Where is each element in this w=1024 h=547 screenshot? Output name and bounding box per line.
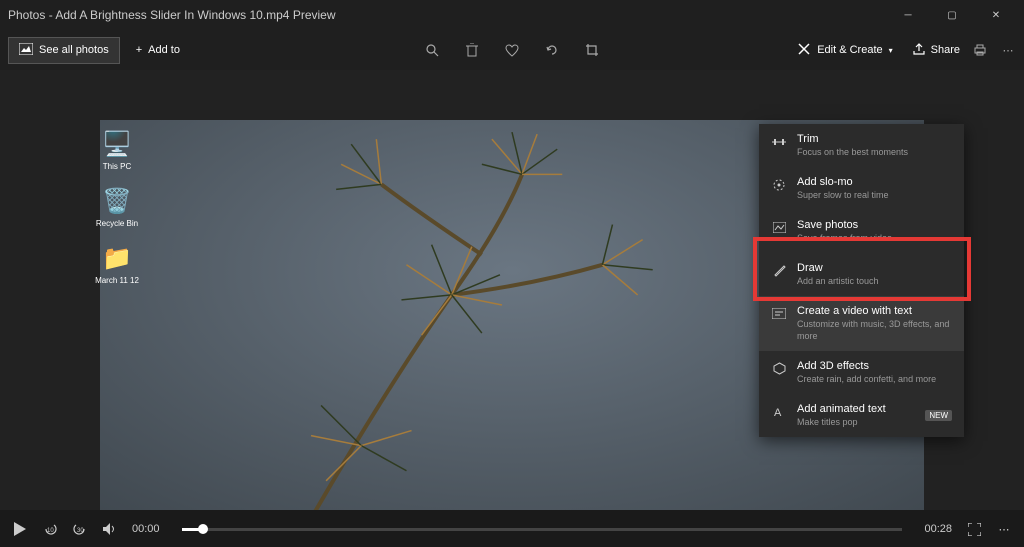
dd-sub: Make titles pop: [797, 417, 915, 429]
desktop-icon-label: Recycle Bin: [92, 219, 142, 228]
dropdown-item-create-video-text[interactable]: Create a video with text Customize with …: [759, 296, 964, 351]
toolbar-center: [424, 42, 600, 58]
dropdown-item-trim[interactable]: Trim Focus on the best moments: [759, 124, 964, 167]
svg-text:A: A: [774, 407, 782, 418]
recycle-bin-icon: 🗑️: [101, 185, 133, 217]
volume-button[interactable]: [102, 521, 118, 537]
svg-text:30: 30: [77, 528, 84, 534]
total-time: 00:28: [924, 523, 952, 535]
playbar-more-button[interactable]: ⋯: [996, 521, 1012, 537]
window-controls: ─ ▢ ✕: [888, 0, 1016, 30]
3d-icon: [771, 361, 787, 377]
print-icon[interactable]: [972, 42, 988, 58]
add-to-label: Add to: [148, 44, 180, 56]
dd-title: Draw: [797, 261, 952, 275]
dd-sub: Super slow to real time: [797, 190, 952, 202]
heart-icon[interactable]: [504, 42, 520, 58]
computer-icon: 🖥️: [101, 128, 133, 160]
video-playbar: 10 30 00:00 00:28 ⋯: [0, 511, 1024, 547]
photo-icon: [19, 43, 33, 58]
edit-create-label: Edit & Create: [817, 44, 882, 56]
see-all-photos-button[interactable]: See all photos: [8, 37, 120, 64]
dropdown-item-draw[interactable]: Draw Add an artistic touch: [759, 253, 964, 296]
desktop-icon[interactable]: 🗑️ Recycle Bin: [92, 185, 142, 228]
dropdown-item-3d-effects[interactable]: Add 3D effects Create rain, add confetti…: [759, 351, 964, 394]
window-title: Photos - Add A Brightness Slider In Wind…: [8, 8, 336, 22]
dd-sub: Save frames from video: [797, 233, 952, 245]
play-button[interactable]: [12, 521, 28, 537]
edit-create-dropdown: Trim Focus on the best moments Add slo-m…: [759, 124, 964, 437]
close-button[interactable]: ✕: [976, 0, 1016, 30]
new-badge: NEW: [925, 410, 952, 421]
skip-forward-button[interactable]: 30: [72, 521, 88, 537]
dd-sub: Focus on the best moments: [797, 147, 952, 159]
plus-icon: +: [136, 44, 142, 56]
animated-text-icon: A: [771, 404, 787, 420]
skip-back-button[interactable]: 10: [42, 521, 58, 537]
dd-title: Add slo-mo: [797, 175, 952, 189]
progress-thumb[interactable]: [198, 524, 208, 534]
dropdown-item-slomo[interactable]: Add slo-mo Super slow to real time: [759, 167, 964, 210]
content-area: 🖥️ This PC 🗑️ Recycle Bin 📁 March 11 12 …: [0, 70, 1024, 510]
chevron-down-icon: ▾: [889, 46, 893, 55]
more-icon[interactable]: ⋯: [1000, 42, 1016, 58]
fullscreen-button[interactable]: [966, 521, 982, 537]
tools-icon: [797, 42, 811, 59]
zoom-icon[interactable]: [424, 42, 440, 58]
video-text-icon: [771, 306, 787, 322]
share-label: Share: [931, 44, 960, 56]
dd-title: Save photos: [797, 218, 952, 232]
dd-title: Add animated text: [797, 402, 915, 416]
share-icon: [913, 43, 925, 58]
draw-icon: [771, 263, 787, 279]
dd-title: Create a video with text: [797, 304, 952, 318]
dropdown-item-animated-text[interactable]: A Add animated text Make titles pop NEW: [759, 394, 964, 437]
dd-sub: Add an artistic touch: [797, 276, 952, 288]
dd-sub: Customize with music, 3D effects, and mo…: [797, 319, 952, 342]
crop-icon[interactable]: [584, 42, 600, 58]
toolbar: See all photos + Add to Edit & Create ▾: [0, 30, 1024, 70]
desktop-icon-label: March 11 12: [92, 276, 142, 285]
see-all-label: See all photos: [39, 44, 109, 56]
dd-title: Trim: [797, 132, 952, 146]
edit-create-button[interactable]: Edit & Create ▾: [789, 38, 900, 63]
current-time: 00:00: [132, 523, 160, 535]
dd-title: Add 3D effects: [797, 359, 952, 373]
folder-icon: 📁: [101, 242, 133, 274]
minimize-button[interactable]: ─: [888, 0, 928, 30]
trim-icon: [771, 134, 787, 150]
delete-icon[interactable]: [464, 42, 480, 58]
svg-text:10: 10: [47, 528, 54, 534]
progress-bar[interactable]: [182, 528, 903, 531]
titlebar: Photos - Add A Brightness Slider In Wind…: [0, 0, 1024, 30]
desktop-icon-label: This PC: [92, 162, 142, 171]
dd-sub: Create rain, add confetti, and more: [797, 374, 952, 386]
rotate-icon[interactable]: [544, 42, 560, 58]
slomo-icon: [771, 177, 787, 193]
desktop-icons: 🖥️ This PC 🗑️ Recycle Bin 📁 March 11 12: [92, 128, 152, 299]
dropdown-item-save-photos[interactable]: Save photos Save frames from video: [759, 210, 964, 253]
maximize-button[interactable]: ▢: [932, 0, 972, 30]
add-to-button[interactable]: + Add to: [128, 39, 188, 61]
save-photos-icon: [771, 220, 787, 236]
desktop-icon[interactable]: 🖥️ This PC: [92, 128, 142, 171]
desktop-icon[interactable]: 📁 March 11 12: [92, 242, 142, 285]
toolbar-right: Edit & Create ▾ Share ⋯: [789, 38, 1016, 63]
share-button[interactable]: Share: [913, 43, 960, 58]
